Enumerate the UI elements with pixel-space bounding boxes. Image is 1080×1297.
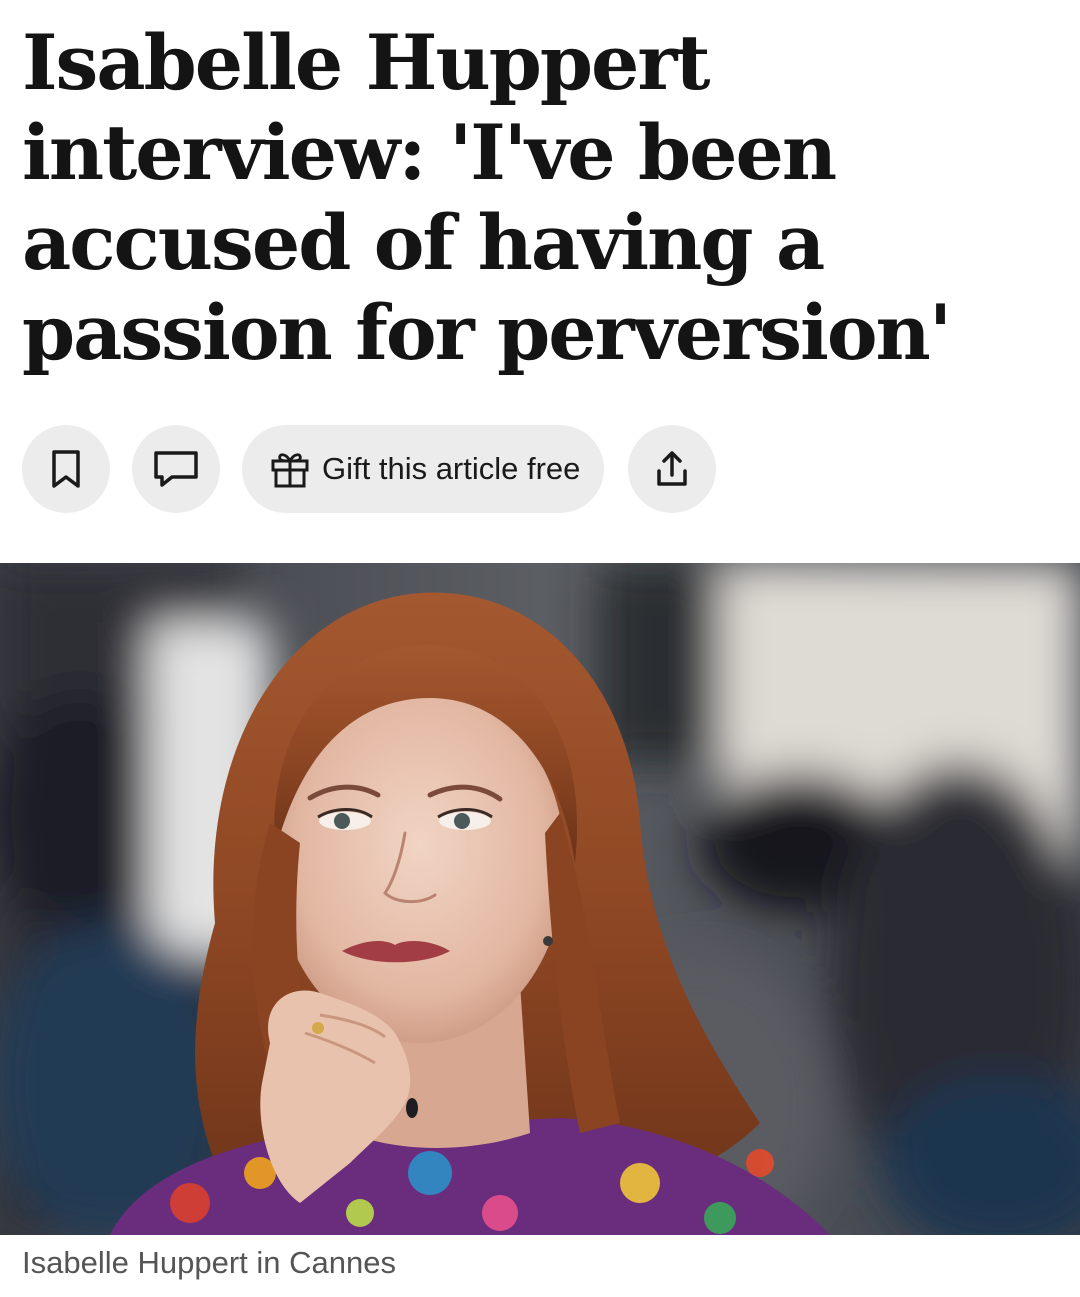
share-icon <box>652 449 692 489</box>
gift-article-button[interactable]: Gift this article free <box>242 425 605 513</box>
article-action-bar: Gift this article free <box>22 425 738 513</box>
article-headline: Isabelle Huppert interview: 'I've been a… <box>22 18 952 377</box>
gift-icon <box>270 449 310 489</box>
image-caption: Isabelle Huppert in Cannes <box>22 1245 396 1280</box>
hero-photo <box>0 563 1080 1235</box>
bookmark-button[interactable] <box>22 425 110 513</box>
bookmark-icon <box>48 449 84 489</box>
comments-button[interactable] <box>132 425 220 513</box>
share-button[interactable] <box>628 425 717 513</box>
comment-icon <box>152 449 200 489</box>
gift-article-label: Gift this article free <box>322 451 581 486</box>
hero-photo-illustration <box>0 563 1080 1235</box>
